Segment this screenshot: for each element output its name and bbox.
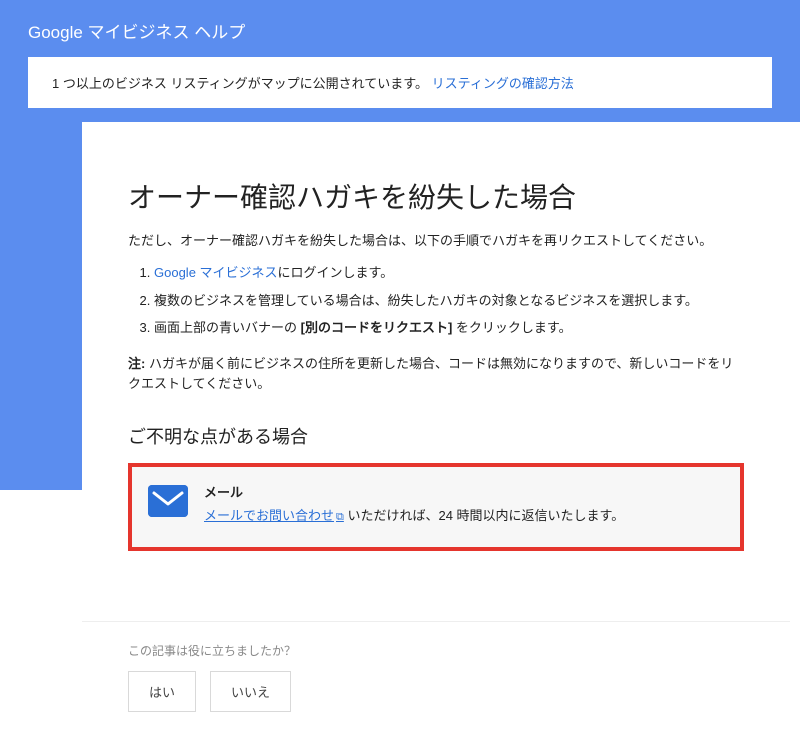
step-1-after: にログインします。 xyxy=(278,265,394,280)
steps-list: Google マイビジネスにログインします。 複数のビジネスを管理している場合は… xyxy=(128,263,744,338)
notice-link[interactable]: リスティングの確認方法 xyxy=(432,76,574,91)
notice-text: 1 つ以上のビジネス リスティングがマップに公開されています。 xyxy=(52,76,428,91)
mail-icon xyxy=(148,485,188,517)
note-label: 注: xyxy=(128,356,149,371)
contact-box: メール メールでお問い合わせ⧉ いただければ、24 時間以内に返信いたします。 xyxy=(128,463,744,551)
feedback-yes-button[interactable]: はい xyxy=(128,671,196,712)
sidebar-accent xyxy=(0,110,82,490)
page-title: Google マイビジネス ヘルプ xyxy=(0,0,800,57)
article-card: オーナー確認ハガキを紛失した場合 ただし、オーナー確認ハガキを紛失した場合は、以… xyxy=(82,140,790,752)
step-3-before: 画面上部の青いバナーの xyxy=(154,320,301,335)
step-1-link[interactable]: Google マイビジネス xyxy=(154,265,278,280)
step-1: Google マイビジネスにログインします。 xyxy=(154,263,744,283)
contact-link[interactable]: メールでお問い合わせ⧉ xyxy=(204,508,344,523)
step-3-after: をクリックします。 xyxy=(452,320,571,335)
contact-title: メール xyxy=(204,483,624,504)
article-lead: ただし、オーナー確認ハガキを紛失した場合は、以下の手順でハガキを再リクエストして… xyxy=(128,230,744,249)
feedback-question: この記事は役に立ちましたか？ xyxy=(128,642,744,659)
note-body: ハガキが届く前にビジネスの住所を更新した場合、コードは無効になりますので、新しい… xyxy=(128,356,733,392)
feedback-section: この記事は役に立ちましたか？ はい いいえ xyxy=(82,621,790,742)
notice-bar: 1 つ以上のビジネス リスティングがマップに公開されています。 リスティングの確… xyxy=(28,57,772,108)
step-2: 複数のビジネスを管理している場合は、紛失したハガキの対象となるビジネスを選択しま… xyxy=(154,291,744,311)
step-3: 画面上部の青いバナーの [別のコードをリクエスト] をクリックします。 xyxy=(154,318,744,338)
sub-heading: ご不明な点がある場合 xyxy=(128,423,744,449)
step-3-bold: [別のコードをリクエスト] xyxy=(301,320,453,335)
article-heading: オーナー確認ハガキを紛失した場合 xyxy=(128,176,744,216)
feedback-no-button[interactable]: いいえ xyxy=(210,671,291,712)
external-link-icon: ⧉ xyxy=(336,511,344,523)
note: 注: ハガキが届く前にビジネスの住所を更新した場合、コードは無効になりますので、… xyxy=(128,354,744,396)
contact-after: いただければ、24 時間以内に返信いたします。 xyxy=(344,508,624,523)
